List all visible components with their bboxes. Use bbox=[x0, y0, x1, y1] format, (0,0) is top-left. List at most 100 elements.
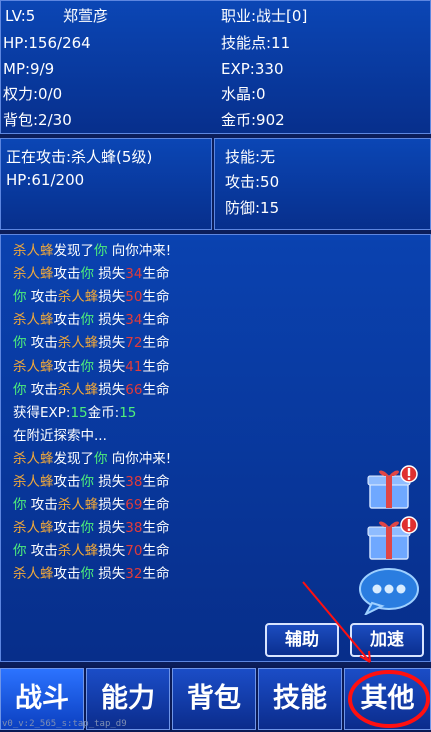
log-text: 攻击 bbox=[26, 335, 58, 352]
log-text: 金币: bbox=[87, 404, 120, 421]
log-text: 41 bbox=[125, 358, 143, 375]
log-text: 损失 bbox=[98, 497, 126, 514]
gift-box-alert-icon[interactable] bbox=[366, 464, 418, 510]
log-text: 杀人蜂 bbox=[13, 450, 54, 467]
log-text: 杀人蜂 bbox=[57, 543, 99, 560]
log-text: 生命 bbox=[142, 474, 170, 490]
player-level: LV:5 bbox=[5, 7, 36, 25]
log-line: 你 攻击杀人蜂损失50生命 bbox=[13, 288, 169, 306]
log-text: 你 bbox=[80, 566, 95, 583]
log-text: 损失 bbox=[94, 474, 126, 490]
log-text: 你 bbox=[13, 289, 27, 306]
log-text: 你 bbox=[13, 543, 27, 560]
gift-box-alert-icon[interactable] bbox=[366, 515, 418, 561]
log-text: 杀人蜂 bbox=[57, 289, 99, 306]
enemy-info-panel: 正在攻击:杀人蜂(5级) HP:61/200 bbox=[0, 138, 212, 230]
log-text: 损失 bbox=[94, 358, 126, 375]
log-text: 你 bbox=[80, 520, 95, 537]
log-line: 杀人蜂攻击你 损失41生命 bbox=[13, 358, 169, 376]
tab-bag[interactable]: 背包 bbox=[172, 668, 256, 730]
log-text: 72 bbox=[125, 335, 143, 352]
log-line: 杀人蜂攻击你 损失38生命 bbox=[13, 519, 169, 537]
enemy-attack: 攻击:50 bbox=[225, 173, 280, 191]
log-line: 在附近探索中... bbox=[13, 427, 107, 445]
log-line: 你 攻击杀人蜂损失72生命 bbox=[13, 334, 169, 352]
log-text: 生命 bbox=[142, 358, 170, 375]
log-line: 杀人蜂攻击你 损失32生命 bbox=[13, 565, 169, 583]
log-text: 攻击 bbox=[26, 289, 58, 306]
log-line: 你 攻击杀人蜂损失69生命 bbox=[13, 496, 169, 514]
log-text: 损失 bbox=[98, 335, 126, 352]
player-name: 郑萱彦 bbox=[63, 7, 109, 25]
log-text: 你 bbox=[13, 497, 27, 514]
log-line: 杀人蜂攻击你 损失38生命 bbox=[13, 473, 169, 491]
log-text: 15 bbox=[119, 404, 137, 421]
log-line: 杀人蜂攻击你 损失34生命 bbox=[13, 311, 169, 329]
log-text: 杀人蜂 bbox=[57, 381, 99, 398]
log-text: 生命 bbox=[142, 566, 170, 583]
log-text: 生命 bbox=[142, 335, 170, 352]
log-text: 攻击 bbox=[26, 381, 58, 398]
log-text: 杀人蜂 bbox=[13, 474, 54, 490]
log-text: 你 bbox=[80, 312, 95, 329]
player-bag: 背包:2/30 bbox=[3, 111, 72, 129]
chat-bubble-icon[interactable] bbox=[358, 567, 420, 617]
log-text: 34 bbox=[125, 312, 143, 329]
log-text: 获得EXP: bbox=[13, 404, 71, 421]
log-text: 攻击 bbox=[26, 497, 58, 514]
log-text: 杀人蜂 bbox=[13, 358, 54, 375]
player-job: 职业:战士[0] bbox=[221, 7, 308, 25]
log-text: 发现了 bbox=[53, 450, 95, 467]
log-text: 69 bbox=[125, 497, 143, 514]
debug-text: v0_v:2_565_s:tap_tap_d9 bbox=[2, 719, 127, 729]
log-text: 生命 bbox=[142, 266, 170, 283]
log-text: 损失 bbox=[98, 381, 126, 398]
log-text: 32 bbox=[125, 566, 143, 583]
log-text: 生命 bbox=[142, 543, 170, 560]
log-text: 15 bbox=[70, 404, 88, 421]
log-line: 你 攻击杀人蜂损失70生命 bbox=[13, 542, 169, 560]
log-text: 损失 bbox=[94, 566, 126, 583]
log-text: 攻击 bbox=[53, 520, 81, 537]
player-gold: 金币:902 bbox=[221, 111, 285, 129]
log-text: 34 bbox=[125, 266, 143, 283]
log-text: 杀人蜂 bbox=[57, 497, 99, 514]
assist-button[interactable]: 辅助 bbox=[265, 623, 339, 657]
log-text: 生命 bbox=[142, 381, 170, 398]
log-text: 38 bbox=[125, 520, 143, 537]
enemy-skill: 技能:无 bbox=[225, 148, 276, 166]
tab-other[interactable]: 其他 bbox=[344, 668, 431, 730]
log-text: 你 bbox=[13, 381, 27, 398]
log-text: 生命 bbox=[142, 497, 170, 514]
enemy-hp: HP:61/200 bbox=[6, 171, 85, 189]
log-text: 生命 bbox=[142, 312, 170, 329]
log-text: 攻击 bbox=[26, 543, 58, 560]
log-text: 在附近探索中... bbox=[13, 427, 107, 444]
log-text: 杀人蜂 bbox=[13, 243, 54, 259]
tab-skill[interactable]: 技能 bbox=[258, 668, 342, 730]
player-skill-points: 技能点:11 bbox=[221, 34, 291, 52]
speed-button[interactable]: 加速 bbox=[350, 623, 424, 657]
log-text: 70 bbox=[125, 543, 143, 560]
log-line: 获得EXP:15金币:15 bbox=[13, 404, 136, 422]
log-text: 向你冲来! bbox=[107, 243, 172, 259]
log-text: 杀人蜂 bbox=[13, 566, 54, 583]
log-text: 杀人蜂 bbox=[13, 520, 54, 537]
enemy-defense: 防御:15 bbox=[225, 199, 280, 217]
log-line: 杀人蜂发现了你 向你冲来! bbox=[13, 450, 171, 468]
log-text: 66 bbox=[125, 381, 143, 398]
log-text: 攻击 bbox=[53, 266, 81, 283]
log-text: 生命 bbox=[142, 520, 170, 537]
log-text: 损失 bbox=[94, 266, 126, 283]
enemy-stats-panel: 技能:无 攻击:50 防御:15 bbox=[214, 138, 431, 230]
log-text: 你 bbox=[80, 266, 95, 283]
log-text: 你 bbox=[80, 474, 95, 490]
log-text: 损失 bbox=[98, 543, 126, 560]
log-text: 你 bbox=[94, 243, 108, 259]
log-text: 攻击 bbox=[53, 566, 81, 583]
log-text: 生命 bbox=[142, 289, 170, 306]
log-text: 损失 bbox=[98, 289, 126, 306]
log-text: 损失 bbox=[94, 520, 126, 537]
log-text: 50 bbox=[125, 289, 143, 306]
log-text: 发现了 bbox=[53, 243, 95, 259]
